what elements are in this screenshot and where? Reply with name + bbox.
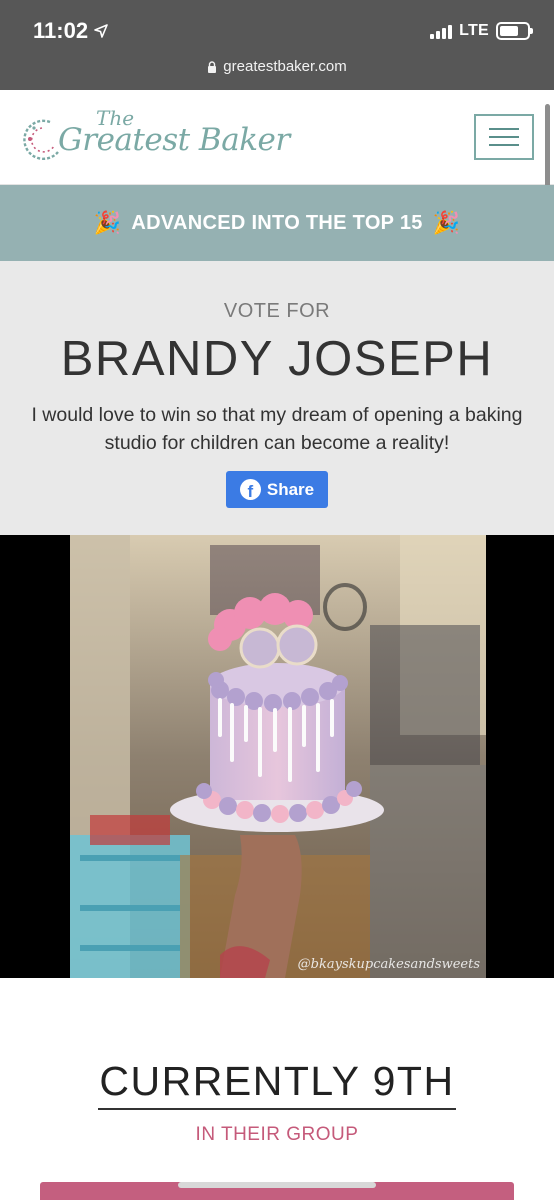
location-arrow-icon [94, 24, 108, 38]
contestant-name: BRANDY JOSEPH [60, 332, 494, 386]
hamburger-menu-icon[interactable] [474, 114, 534, 160]
site-logo[interactable]: The Greatest Baker [20, 106, 310, 168]
vote-for-label: VOTE FOR [223, 300, 331, 322]
facebook-icon: f [239, 479, 261, 500]
photo-watermark: @bkayskupcakesandsweets [297, 957, 480, 972]
url-bar[interactable]: greatestbaker.com [0, 58, 554, 75]
battery-icon [496, 22, 533, 40]
contestant-quote: I would love to win so that my dream of … [31, 404, 523, 454]
lock-icon [208, 60, 217, 73]
status-bar: 11:02 LTE greatestbaker.com [0, 0, 554, 90]
banner-text: ADVANCED INTO THE TOP 15 [131, 211, 423, 234]
photo-frame: @bkayskupcakesandsweets [0, 535, 554, 978]
status-time: 11:02 [33, 18, 108, 44]
vote-section: VOTE FOR BRANDY JOSEPH I would love to w… [0, 261, 554, 535]
network-label: LTE [459, 22, 489, 39]
logo-main-text: Greatest Baker [58, 122, 290, 158]
ranking-subtitle: IN THEIR GROUP [195, 1124, 359, 1145]
site-header: The Greatest Baker [0, 90, 554, 185]
ranking-title: CURRENTLY 9TH [99, 1058, 455, 1104]
party-popper-icon: 🎉 [432, 210, 461, 235]
home-indicator[interactable] [178, 1182, 376, 1188]
cake-photo-illustration [70, 535, 486, 978]
ranking-divider [98, 1108, 456, 1110]
share-label: Share [266, 479, 315, 499]
signal-icon [430, 24, 453, 39]
cake-photo[interactable]: @bkayskupcakesandsweets [70, 535, 486, 978]
time-label: 11:02 [33, 18, 89, 43]
url-text: greatestbaker.com [223, 58, 347, 75]
top15-banner: 🎉 ADVANCED INTO THE TOP 15 🎉 [0, 185, 554, 261]
party-popper-icon: 🎉 [93, 210, 122, 235]
facebook-share-button[interactable]: f Share [226, 471, 328, 508]
status-icons: LTE [430, 22, 533, 40]
